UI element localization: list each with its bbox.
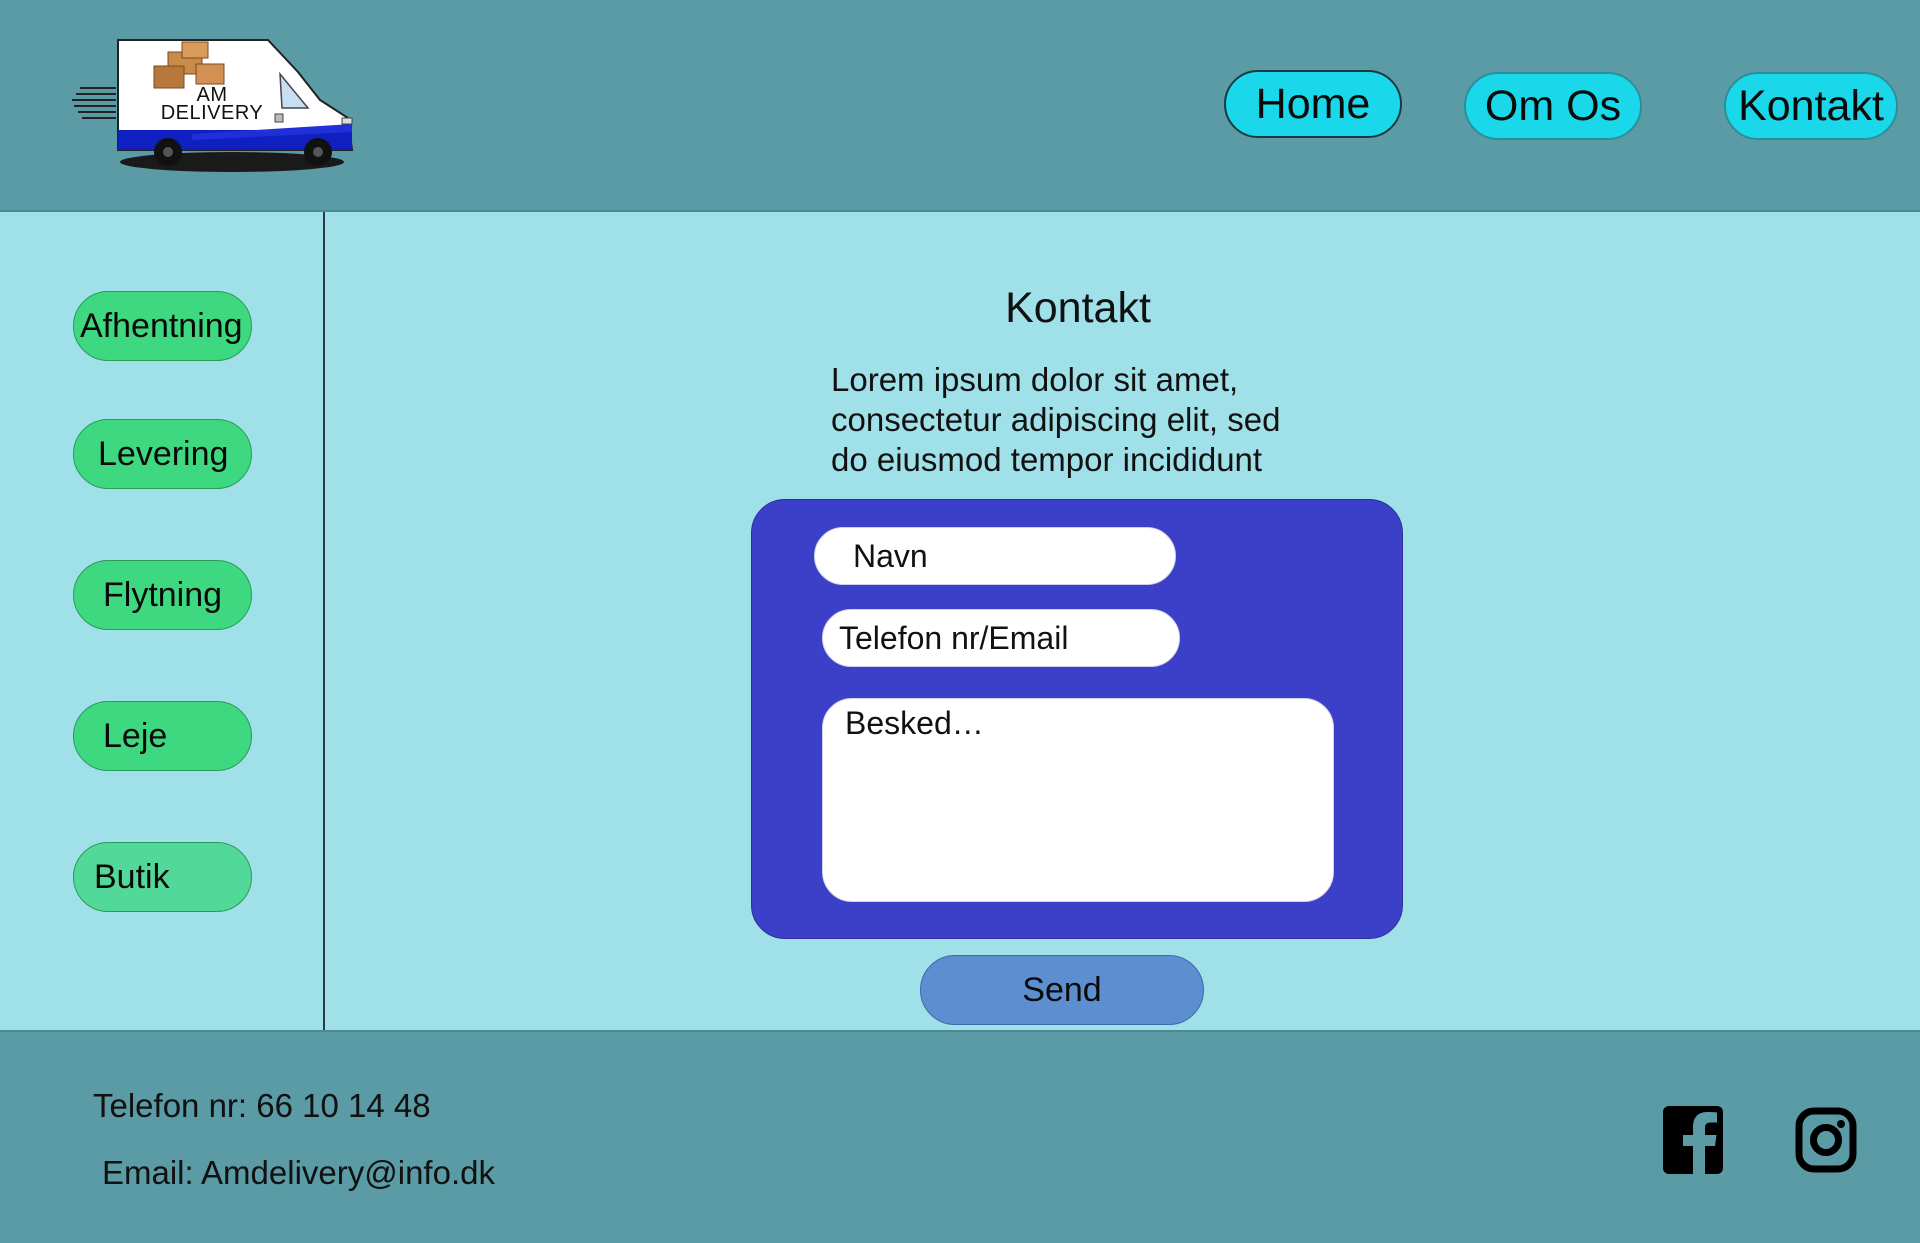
instagram-icon[interactable] — [1795, 1107, 1857, 1173]
description-line: do eiusmod tempor incididunt — [831, 441, 1263, 478]
footer-email: Email: Amdelivery@info.dk — [102, 1154, 495, 1191]
site-footer: Telefon nr: 66 10 14 48 Email: Amdeliver… — [0, 1030, 1920, 1243]
sidebar-item-leje[interactable]: Leje — [73, 701, 252, 771]
description-line: consectetur adipiscing elit, sed — [831, 401, 1281, 438]
sidebar-item-label: Butik — [94, 857, 170, 896]
site-header: AM DELIVERY Home Om Os Kontakt — [0, 0, 1920, 212]
phone-email-field[interactable]: Telefon nr/Email — [822, 609, 1180, 667]
sidebar-item-flytning[interactable]: Flytning — [73, 560, 252, 630]
am-delivery-logo[interactable]: AM DELIVERY — [72, 34, 362, 176]
logo-text: AM DELIVERY — [132, 85, 292, 124]
footer-phone: Telefon nr: 66 10 14 48 — [93, 1087, 431, 1124]
sidebar-item-label: Afhentning — [80, 306, 243, 345]
phone-email-field-placeholder: Telefon nr/Email — [839, 619, 1069, 656]
page-description: Lorem ipsum dolor sit amet, consectetur … — [831, 360, 1351, 480]
message-textarea[interactable]: Besked… — [822, 698, 1334, 902]
name-field[interactable]: Navn — [814, 527, 1176, 585]
page-title: Kontakt — [1005, 284, 1151, 332]
nav-om-os-button[interactable]: Om Os — [1464, 72, 1642, 140]
sidebar-item-butik[interactable]: Butik — [73, 842, 252, 912]
name-field-placeholder: Navn — [853, 537, 928, 574]
description-line: Lorem ipsum dolor sit amet, — [831, 361, 1239, 398]
contact-form: Navn Telefon nr/Email Besked… — [751, 499, 1403, 939]
facebook-icon[interactable] — [1663, 1106, 1723, 1174]
nav-home-button[interactable]: Home — [1224, 70, 1402, 138]
message-textarea-placeholder: Besked… — [845, 705, 984, 741]
sidebar-item-levering[interactable]: Levering — [73, 419, 252, 489]
sidebar-item-label: Leje — [103, 716, 168, 755]
sidebar-divider — [323, 212, 325, 1030]
nav-kontakt-button[interactable]: Kontakt — [1724, 72, 1898, 140]
logo-text-line2: DELIVERY — [160, 102, 264, 124]
sidebar-item-label: Flytning — [103, 575, 223, 614]
send-button[interactable]: Send — [920, 955, 1204, 1025]
sidebar-item-label: Levering — [98, 434, 229, 473]
sidebar-item-afhentning[interactable]: Afhentning — [73, 291, 252, 361]
